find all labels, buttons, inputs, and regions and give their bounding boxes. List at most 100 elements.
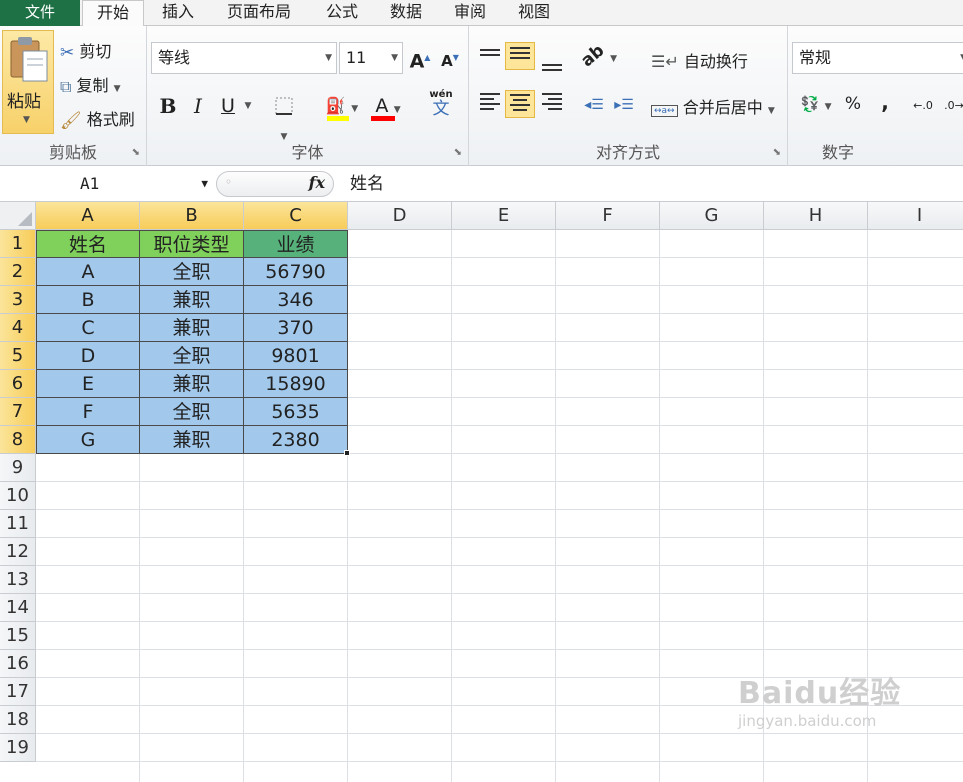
row-header-16[interactable]: 16 [0,650,36,678]
cell-a3[interactable]: B [36,286,140,314]
row-header-11[interactable]: 11 [0,510,36,538]
comma-button[interactable]: , [870,88,900,116]
grow-font-button[interactable]: A▲ [405,44,435,72]
column-header-g[interactable]: G [660,202,764,230]
row-header-15[interactable]: 15 [0,622,36,650]
row-header-14[interactable]: 14 [0,594,36,622]
align-right-button[interactable] [537,90,567,118]
border-button[interactable]: ▼ [269,92,299,142]
header-cell-c1[interactable]: 业绩 [244,230,348,258]
cell-a6[interactable]: E [36,370,140,398]
number-format-select[interactable]: 常规 ▼ [792,42,963,74]
italic-button[interactable]: I [183,92,213,120]
row-header-8[interactable]: 8 [0,426,36,454]
tab-review[interactable]: 审阅 [442,0,498,26]
cell-a2[interactable]: A [36,258,140,286]
cell-a5[interactable]: D [36,342,140,370]
row-header-5[interactable]: 5 [0,342,36,370]
row-header-13[interactable]: 13 [0,566,36,594]
underline-button[interactable]: U [213,92,243,120]
align-middle-button[interactable] [505,42,535,70]
row-header-19[interactable]: 19 [0,734,36,762]
row-header-7[interactable]: 7 [0,398,36,426]
percent-button[interactable]: % [838,90,868,118]
formula-input[interactable]: 姓名 [350,171,384,197]
decrease-decimal-button[interactable]: .0→ [940,90,963,118]
format-painter-button[interactable]: 🖌 格式刷 [60,106,135,131]
cell-b4[interactable]: 兼职 [140,314,244,342]
tab-file[interactable]: 文件 [0,0,80,26]
fill-handle[interactable] [344,450,350,456]
cell-b5[interactable]: 全职 [140,342,244,370]
shrink-font-button[interactable]: A▼ [435,44,465,72]
align-bottom-button[interactable] [537,46,567,74]
row-header-10[interactable]: 10 [0,482,36,510]
paste-button[interactable]: 粘贴 ▼ [2,30,54,134]
tab-insert[interactable]: 插入 [150,0,206,26]
tab-page-layout[interactable]: 页面布局 [214,0,304,26]
cell-c2[interactable]: 56790 [244,258,348,286]
increase-decimal-button[interactable]: ←.0 [906,90,940,118]
column-header-d[interactable]: D [348,202,452,230]
cell-b3[interactable]: 兼职 [140,286,244,314]
dialog-launcher-icon[interactable]: ⬊ [132,147,140,158]
tab-data[interactable]: 数据 [378,0,434,26]
font-name-select[interactable]: 等线 ▼ [151,42,337,74]
merge-center-button[interactable]: ↔a↔ 合并后居中 ▼ [651,94,775,118]
increase-indent-button[interactable]: ▸☰ [609,90,639,118]
tab-formulas[interactable]: 公式 [314,0,370,26]
cell-b7[interactable]: 全职 [140,398,244,426]
cut-button[interactable]: ✂ 剪切 [60,38,111,63]
cell-b2[interactable]: 全职 [140,258,244,286]
align-left-button[interactable] [475,90,505,118]
insert-function-button[interactable]: fx [309,173,325,192]
cell-b6[interactable]: 兼职 [140,370,244,398]
copy-button[interactable]: ⧉ 复制 ▼ [60,72,121,97]
font-color-button[interactable]: A ▼ [369,92,407,121]
cell-c7[interactable]: 5635 [244,398,348,426]
column-header-a[interactable]: A [36,202,140,230]
row-header-17[interactable]: 17 [0,678,36,706]
align-center-button[interactable] [505,90,535,118]
chevron-down-icon[interactable]: ▼ [241,92,255,120]
column-header-b[interactable]: B [140,202,244,230]
cell-a4[interactable]: C [36,314,140,342]
bold-button[interactable]: B [153,92,183,120]
cell-c8[interactable]: 2380 [244,426,348,454]
row-header-1[interactable]: 1 [0,230,36,258]
row-header-3[interactable]: 3 [0,286,36,314]
decrease-indent-button[interactable]: ◂☰ [579,90,609,118]
select-all-button[interactable] [0,202,36,230]
header-cell-b1[interactable]: 职位类型 [140,230,244,258]
cell-b8[interactable]: 兼职 [140,426,244,454]
dialog-launcher-icon[interactable]: ⬊ [773,147,781,158]
cell-c3[interactable]: 346 [244,286,348,314]
currency-button[interactable]: 💱 ▼ [794,90,838,118]
cell-c6[interactable]: 15890 [244,370,348,398]
cell-c5[interactable]: 9801 [244,342,348,370]
column-header-i[interactable]: I [868,202,963,230]
cell-a7[interactable]: F [36,398,140,426]
row-header-18[interactable]: 18 [0,706,36,734]
name-box[interactable]: A1 ▼ [4,171,212,197]
tab-home[interactable]: 开始 [82,0,144,27]
orientation-button[interactable]: ab ▼ [577,41,619,72]
column-header-h[interactable]: H [764,202,868,230]
phonetic-button[interactable]: wén 文 [421,88,461,122]
font-size-select[interactable]: 11 ▼ [339,42,403,74]
dialog-launcher-icon[interactable]: ⬊ [454,147,462,158]
align-top-button[interactable] [475,42,505,70]
cell-a8[interactable]: G [36,426,140,454]
header-cell-a1[interactable]: 姓名 [36,230,140,258]
column-header-c[interactable]: C [244,202,348,230]
tab-view[interactable]: 视图 [506,0,562,26]
row-header-4[interactable]: 4 [0,314,36,342]
column-header-f[interactable]: F [556,202,660,230]
row-header-2[interactable]: 2 [0,258,36,286]
worksheet-grid[interactable]: ABCDEFGHI 1 2 3 4 5 6 7 8 9 10 11 12 13 14 15 16 17 18 19 … [0,202,963,782]
row-header-9[interactable]: 9 [0,454,36,482]
row-header-6[interactable]: 6 [0,370,36,398]
row-header-12[interactable]: 12 [0,538,36,566]
wrap-text-button[interactable]: ☰↵ 自动换行 [651,48,748,72]
column-header-e[interactable]: E [452,202,556,230]
